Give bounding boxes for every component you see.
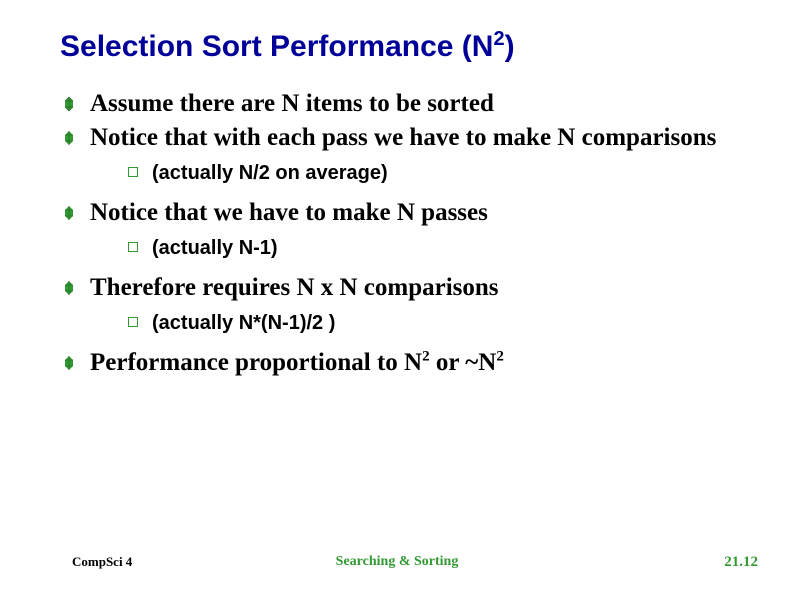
- square-bullet-icon: [128, 167, 138, 177]
- bullet-list: Assume there are N items to be sorted No…: [60, 88, 734, 379]
- bullet-text-4: Therefore requires N x N comparisons: [90, 274, 499, 301]
- sub-list-2: (actually N/2 on average): [90, 160, 734, 187]
- bullet-text-5-prefix: Performance proportional to N: [90, 349, 422, 376]
- bullet-item-2: Notice that with each pass we have to ma…: [60, 122, 734, 187]
- square-bullet-icon: [128, 242, 138, 252]
- footer-right: 21.12: [724, 554, 758, 571]
- bullet-item-5: Performance proportional to N2 or ~N2: [60, 347, 734, 379]
- diamond-bullet-icon: [62, 97, 76, 111]
- bullet-text-1: Assume there are N items to be sorted: [90, 90, 494, 117]
- bullet-text-2: Notice that with each pass we have to ma…: [90, 124, 716, 151]
- title-superscript: 2: [493, 28, 504, 50]
- diamond-bullet-icon: [62, 131, 76, 145]
- slide-title: Selection Sort Performance (N2): [60, 28, 734, 64]
- sub-bullet-3: (actually N-1): [128, 235, 734, 262]
- slide-content: Selection Sort Performance (N2) Assume t…: [0, 0, 794, 595]
- diamond-bullet-icon: [62, 206, 76, 220]
- slide-footer: CompSci 4 Searching & Sorting 21.12: [0, 554, 794, 571]
- bullet-item-1: Assume there are N items to be sorted: [60, 88, 734, 120]
- footer-center: Searching & Sorting: [336, 554, 459, 570]
- square-bullet-icon: [128, 317, 138, 327]
- bullet-item-4: Therefore requires N x N comparisons (ac…: [60, 272, 734, 337]
- bullet-item-3: Notice that we have to make N passes (ac…: [60, 197, 734, 262]
- bullet-text-5-sup1: 2: [422, 349, 430, 365]
- footer-left: CompSci 4: [72, 554, 132, 570]
- bullet-text-5-sup2: 2: [496, 349, 504, 365]
- sub-list-3: (actually N-1): [90, 235, 734, 262]
- sub-bullet-text-2: (actually N/2 on average): [152, 162, 388, 184]
- sub-bullet-text-4: (actually N*(N-1)/2 ): [152, 312, 335, 334]
- sub-bullet-text-3: (actually N-1): [152, 237, 278, 259]
- bullet-text-5-mid: or ~N: [430, 349, 497, 376]
- title-suffix: ): [505, 30, 515, 63]
- diamond-bullet-icon: [62, 281, 76, 295]
- diamond-bullet-icon: [62, 356, 76, 370]
- bullet-text-3: Notice that we have to make N passes: [90, 199, 488, 226]
- sub-list-4: (actually N*(N-1)/2 ): [90, 310, 734, 337]
- title-prefix: Selection Sort Performance (N: [60, 30, 493, 63]
- sub-bullet-2: (actually N/2 on average): [128, 160, 734, 187]
- sub-bullet-4: (actually N*(N-1)/2 ): [128, 310, 734, 337]
